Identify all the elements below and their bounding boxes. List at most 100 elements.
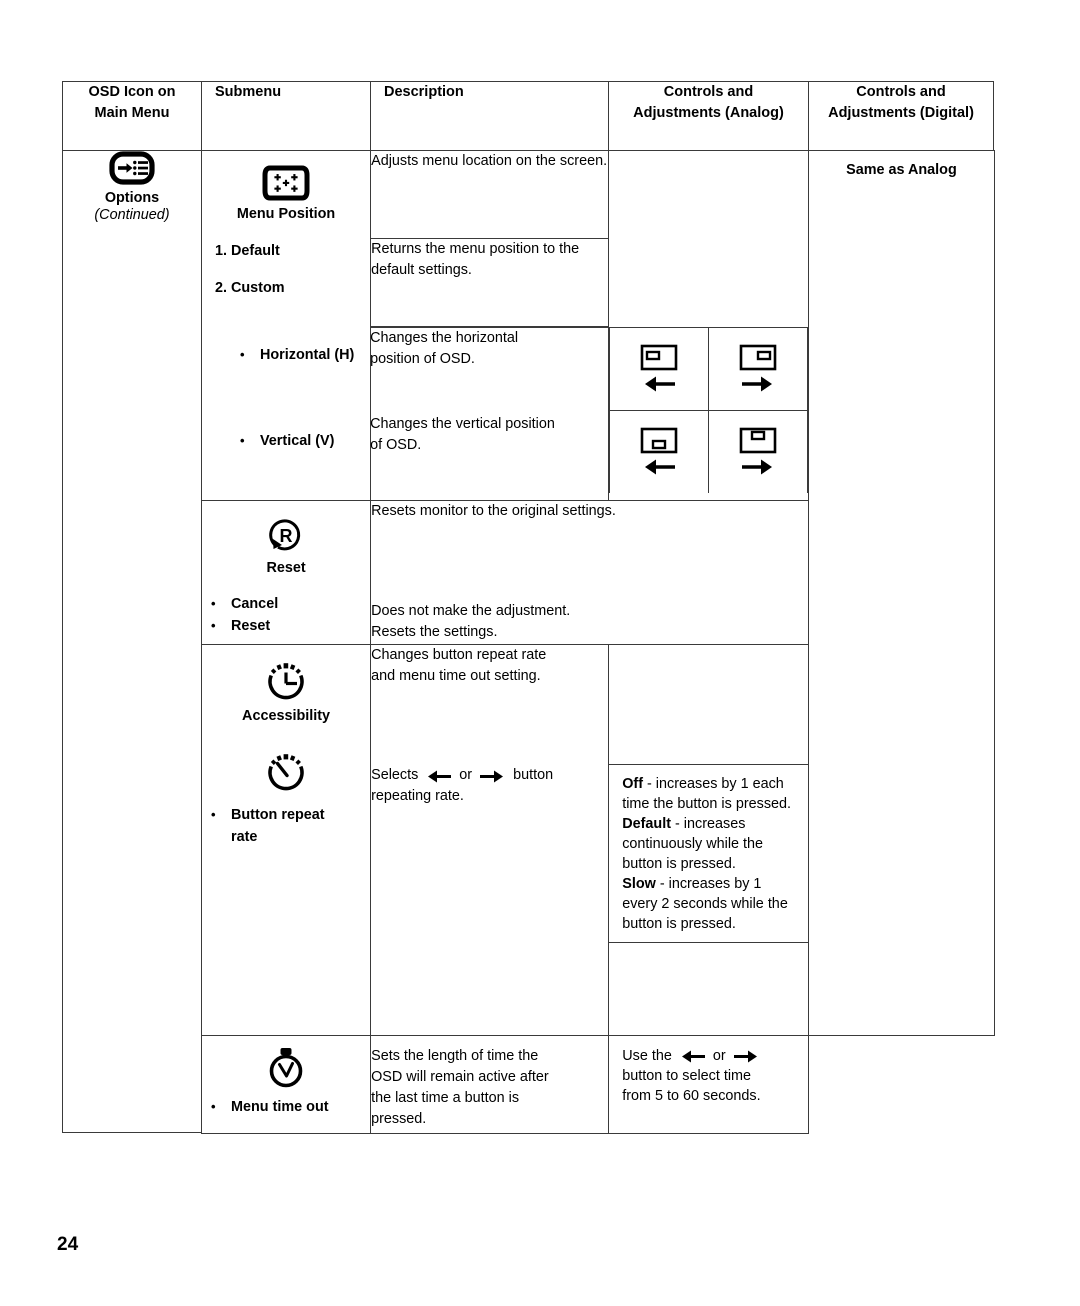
menu-position-icon-wrap (202, 151, 370, 201)
menu-time-out-description-cell: Sets the length of time the OSD will rem… (370, 1034, 610, 1134)
menu-time-out-note-line1: Use the or (622, 1046, 800, 1066)
button-repeat-rate-label-line2: rate (231, 828, 258, 845)
header-submenu: Submenu (201, 81, 371, 151)
vertical-left-control[interactable] (609, 409, 710, 493)
header-submenu-label: Submenu (215, 84, 282, 100)
vertical-bullet-row: • Vertical (V) (231, 430, 401, 452)
menu-time-out-note-line3: from 5 to 60 seconds. (622, 1087, 761, 1104)
left-arrow-icon (610, 457, 708, 477)
accessibility-description-line2: and menu time out setting. (371, 667, 541, 684)
reset-submenu-cell: R Reset • Cancel • Reset (200, 499, 372, 645)
reset-cancel-description: Does not make the adjustment. (371, 602, 571, 619)
bullet-icon: • (211, 806, 216, 822)
hv-description-spacer: Changes the horizontal position of OSD. … (370, 326, 610, 500)
horizontal-bullet-row: • Horizontal (H) (231, 344, 401, 366)
horizontal-description-line2: position of OSD. (370, 351, 475, 367)
vertical-description-line2: of OSD. (370, 436, 422, 453)
horizontal-submenu-item[interactable]: • Horizontal (H) (231, 344, 401, 366)
right-arrow-icon (730, 1048, 759, 1064)
note-default: Default - increases continuously while t… (622, 814, 798, 874)
monitor-osd-left-icon (610, 344, 708, 371)
horizontal-description-row: Changes the horizontal position of OSD. (370, 327, 609, 414)
menu-time-out-description-line3: the last time a button is (371, 1089, 520, 1106)
digital-column-cell: Same as Analog (808, 150, 995, 1036)
horizontal-label: Horizontal (H) (260, 347, 355, 363)
menu-position-analog-cell (608, 150, 809, 327)
note-off-text: - increases by 1 each time the button is… (622, 776, 792, 813)
button-repeat-rate-item[interactable]: • Button repeat (202, 804, 370, 826)
vertical-description-row: Changes the vertical position of OSD. (370, 413, 609, 500)
vertical-description-line1: Changes the vertical position (370, 415, 555, 432)
menu-time-out-note-or: or (712, 1047, 726, 1064)
horizontal-description-cell: Changes the horizontal position of OSD. (370, 327, 609, 414)
menu-time-out-note-pre: Use the (622, 1047, 672, 1064)
submenu-group-cell: Menu Position 1. Default 2. Custom Adjus… (200, 150, 995, 1134)
button-repeat-rate-label-line1: Button repeat (231, 806, 325, 823)
menu-time-out-icon-wrap (202, 1036, 370, 1090)
accessibility-analog-cell (608, 643, 810, 750)
menu-position-item-custom[interactable]: 2. Custom (202, 280, 370, 296)
left-arrow-icon (422, 767, 459, 783)
vertical-arrow-row (609, 409, 809, 493)
menu-time-out-note: Use the or button to select time from 5 … (609, 1036, 808, 1112)
document-page: OSD Icon on Main Menu Submenu Descriptio… (0, 0, 1080, 1306)
menu-position-default-description: Returns the menu position to the default… (371, 241, 580, 278)
button-repeat-rate-label-wrap2: rate (202, 826, 370, 848)
menu-time-out-submenu-cell: • Menu time out (200, 1034, 372, 1134)
reset-item-cancel[interactable]: • Cancel (202, 593, 370, 615)
horizontal-right-control[interactable] (708, 326, 809, 411)
same-as-analog-label: Same as Analog (846, 162, 957, 178)
header-osd-icon: OSD Icon on Main Menu (62, 81, 202, 151)
reset-description: Resets monitor to the original settings. (371, 502, 616, 519)
button-repeat-rate-description-line1: Selects or button (371, 765, 608, 786)
bullet-spacer (211, 826, 231, 847)
header-controls-digital: Controls and Adjustments (Digital) (808, 81, 994, 151)
row-menu-time-out: • Menu time out Sets the length of time … (200, 1034, 995, 1134)
reset-items-description-cell: Does not make the adjustment. Resets the… (370, 600, 810, 645)
header-controls-analog-line2: Adjustments (Analog) (633, 105, 784, 121)
menu-position-item-default[interactable]: 1. Default (202, 243, 370, 259)
note-slow: Slow - increases by 1 every 2 seconds wh… (622, 874, 798, 934)
menu-time-out-item[interactable]: • Menu time out (202, 1096, 370, 1118)
bullet-icon: • (240, 433, 245, 448)
accessibility-icon-wrap (202, 645, 370, 703)
monitor-osd-right-icon (709, 344, 807, 371)
note-off: Off - increases by 1 each time the butto… (622, 774, 798, 814)
main-menu-continued-label: (Continued) (94, 207, 170, 223)
header-controls-digital-line1: Controls and (856, 84, 946, 100)
menu-time-out-description-line4: pressed. (371, 1110, 427, 1127)
menu-time-out-description-line1: Sets the length of time the (371, 1047, 539, 1064)
vertical-submenu-item[interactable]: • Vertical (V) (231, 430, 401, 452)
note-slow-label: Slow (622, 876, 656, 893)
horizontal-left-control[interactable] (609, 326, 710, 411)
options-icon (109, 151, 155, 185)
bullet-icon: • (240, 347, 245, 362)
main-menu-options-cell: Options (Continued) (62, 150, 202, 1133)
note-default-label: Default (622, 816, 672, 833)
header-description-label: Description (384, 84, 464, 100)
button-repeat-rate-icon (263, 753, 309, 790)
reset-item-reset[interactable]: • Reset (202, 615, 370, 637)
reset-item-cancel-label: Cancel (231, 595, 279, 612)
horizontal-arrow-row (609, 326, 809, 411)
button-repeat-desc-post: button (513, 767, 554, 784)
button-repeat-rate-analog-cell: Off - increases by 1 each time the butto… (608, 749, 810, 1036)
accessibility-submenu-cell: Accessibility • Button repeat rate (200, 643, 372, 1036)
menu-position-description-cell: Adjusts menu location on the screen. (370, 150, 610, 239)
accessibility-description-cell: Changes button repeat rate and menu time… (370, 643, 610, 750)
menu-time-out-label: Menu time out (231, 1098, 329, 1115)
table-body-row: Options (Continued) Menu Position 1. Def… (62, 150, 995, 1134)
right-arrow-icon (709, 457, 807, 477)
stopwatch-icon (264, 1047, 308, 1087)
button-repeat-rate-icon-wrap (202, 724, 370, 794)
svg-text:R: R (280, 526, 293, 546)
main-menu-options-label: Options (104, 190, 160, 206)
vertical-right-control[interactable] (708, 409, 809, 493)
header-controls-analog: Controls and Adjustments (Analog) (608, 81, 809, 151)
header-description: Description (370, 81, 609, 151)
hv-analog-controls-cell (608, 326, 809, 500)
table-header-row: OSD Icon on Main Menu Submenu Descriptio… (62, 81, 994, 151)
button-repeat-desc-or: or (459, 767, 473, 784)
osd-controls-table: OSD Icon on Main Menu Submenu Descriptio… (62, 81, 995, 1134)
accessibility-title: Accessibility (242, 707, 331, 724)
